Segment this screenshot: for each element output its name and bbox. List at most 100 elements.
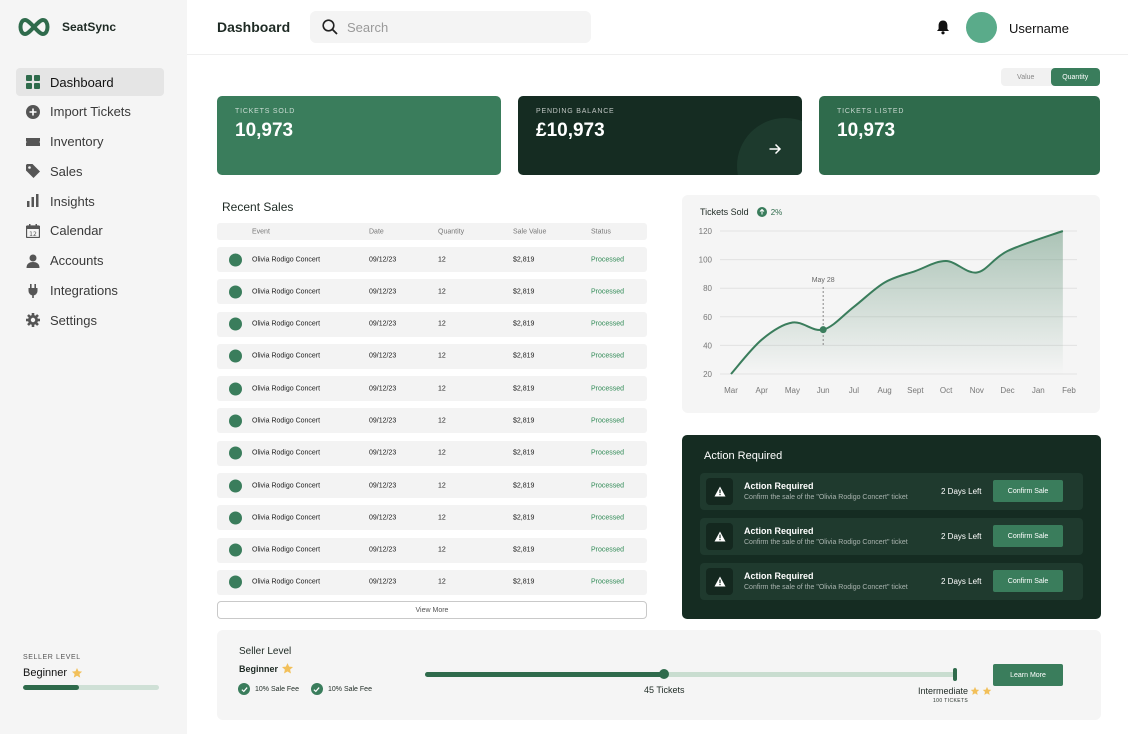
user-icon xyxy=(26,254,40,268)
table-row[interactable]: Olivia Rodigo Concert 09/12/23 12 $2,819 Pro… xyxy=(217,279,647,305)
username[interactable]: Username xyxy=(1009,21,1069,36)
view-more-button[interactable]: View More xyxy=(217,601,647,619)
app-logo[interactable]: SeatSync xyxy=(16,16,116,38)
table-row[interactable]: Olivia Rodigo Concert 09/12/23 12 $2,819 Pro… xyxy=(217,376,647,402)
sidebar-item-accounts[interactable]: Accounts xyxy=(16,247,164,275)
x-tick-label: Jul xyxy=(849,386,859,395)
sidebar-item-sales[interactable]: Sales xyxy=(16,157,164,185)
table-row[interactable]: Olivia Rodigo Concert 09/12/23 12 $2,819 Pro… xyxy=(217,473,647,499)
toggle-value[interactable]: Value xyxy=(1001,68,1051,86)
progress-knob xyxy=(658,669,669,679)
event-avatar xyxy=(229,414,242,428)
y-tick-label: 20 xyxy=(703,370,712,379)
plug-icon xyxy=(26,283,40,298)
seller-level-panel: Seller Level Beginner 10% Sale Fee 10% S… xyxy=(217,630,1101,720)
action-item-title: Action Required xyxy=(744,526,814,536)
y-tick-label: 80 xyxy=(703,284,712,293)
sidebar-item-calendar[interactable]: 12 Calendar xyxy=(16,217,164,245)
action-item-days-left: 2 Days Left xyxy=(941,487,982,496)
bell-icon[interactable] xyxy=(935,19,951,35)
cell-status: Processed xyxy=(591,514,625,522)
chart-change: 2% xyxy=(770,207,783,217)
cell-date: 09/12/23 xyxy=(369,578,397,586)
stat-value: 10,973 xyxy=(837,120,896,141)
seller-level-progress-fill xyxy=(23,685,79,690)
search-input[interactable] xyxy=(347,19,567,35)
x-tick-label: Dec xyxy=(1000,386,1014,395)
confirm-sale-button[interactable]: Confirm Sale xyxy=(993,570,1063,592)
event-avatar xyxy=(229,511,242,525)
check-icon xyxy=(238,683,250,695)
perk-item: 10% Sale Fee xyxy=(238,683,299,695)
table-row[interactable]: Olivia Rodigo Concert 09/12/23 12 $2,819 Pro… xyxy=(217,408,647,434)
cell-date: 09/12/23 xyxy=(369,385,397,393)
sidebar-item-import-tickets[interactable]: Import Tickets xyxy=(16,98,164,126)
table-row[interactable]: Olivia Rodigo Concert 09/12/23 12 $2,819 Pro… xyxy=(217,569,647,595)
sidebar-item-inventory[interactable]: Inventory xyxy=(16,128,164,156)
stat-caption: PENDING BALANCE xyxy=(536,108,615,115)
seller-level-progress-fill xyxy=(425,672,664,677)
cell-event: Olivia Rodigo Concert xyxy=(252,320,321,328)
next-level-name: Intermediate xyxy=(918,686,969,696)
cell-quantity: 12 xyxy=(438,385,446,393)
sidebar-item-integrations[interactable]: Integrations xyxy=(16,277,164,305)
tag-icon xyxy=(26,164,40,179)
action-item-days-left: 2 Days Left xyxy=(941,577,982,586)
event-avatar xyxy=(229,479,242,493)
x-tick-label: Oct xyxy=(940,386,953,395)
confirm-sale-button[interactable]: Confirm Sale xyxy=(993,525,1063,547)
warning-icon xyxy=(706,568,733,595)
y-tick-label: 100 xyxy=(699,256,713,265)
cell-event: Olivia Rodigo Concert xyxy=(252,449,321,457)
table-row[interactable]: Olivia Rodigo Concert 09/12/23 12 $2,819 Pro… xyxy=(217,343,647,369)
event-avatar xyxy=(229,253,242,266)
x-tick-label: May xyxy=(785,386,800,395)
toggle-quantity[interactable]: Quantity xyxy=(1050,68,1100,86)
sidebar-item-label: Sales xyxy=(50,163,83,179)
cell-event: Olivia Rodigo Concert xyxy=(252,578,321,586)
warning-icon xyxy=(706,523,733,550)
sidebar-item-settings[interactable]: Settings xyxy=(16,306,164,334)
learn-more-button[interactable]: Learn More xyxy=(993,664,1063,686)
cell-status: Processed xyxy=(591,320,625,328)
table-row[interactable]: Olivia Rodigo Concert 09/12/23 12 $2,819 Pro… xyxy=(217,247,647,272)
cell-event: Olivia Rodigo Concert xyxy=(252,546,321,554)
stat-card-tickets-sold: TICKETS SOLD 10,973 xyxy=(217,96,501,175)
confirm-sale-button[interactable]: Confirm Sale xyxy=(993,480,1063,502)
cell-status: Processed xyxy=(591,256,625,263)
event-avatar xyxy=(229,575,242,589)
cell-event: Olivia Rodigo Concert xyxy=(252,256,321,263)
table-row[interactable]: Olivia Rodigo Concert 09/12/23 12 $2,819 Pro… xyxy=(217,505,647,531)
cell-event: Olivia Rodigo Concert xyxy=(252,417,321,425)
cell-event: Olivia Rodigo Concert xyxy=(252,514,321,522)
recent-sales-header: Event Date Quantity Sale Value Status xyxy=(217,223,647,240)
ticket-icon xyxy=(26,135,40,149)
sidebar-item-dashboard[interactable]: Dashboard xyxy=(16,68,164,96)
seller-level-current: Beginner xyxy=(239,662,294,675)
cell-date: 09/12/23 xyxy=(369,546,397,554)
table-row[interactable]: Olivia Rodigo Concert 09/12/23 12 $2,819 Pro… xyxy=(217,311,647,337)
arrow-right-icon[interactable] xyxy=(768,142,782,156)
table-row[interactable]: Olivia Rodigo Concert 09/12/23 12 $2,819 Pro… xyxy=(217,537,647,563)
svg-text:12: 12 xyxy=(29,231,37,238)
seller-level-caption: SELLER LEVEL xyxy=(23,654,81,661)
search-bar[interactable] xyxy=(310,11,591,43)
sidebar-seller-level: SELLER LEVEL Beginner xyxy=(23,654,159,690)
tickets-sold-chart: 20 40 60 80 100 120 Mar Apr May Jun Jul Aug Sept Oct N… xyxy=(682,195,1100,413)
cell-quantity: 12 xyxy=(438,514,446,522)
cell-sale-value: $2,819 xyxy=(513,482,535,490)
x-tick-label: Jun xyxy=(817,386,830,395)
avatar[interactable] xyxy=(966,12,997,43)
table-row[interactable]: Olivia Rodigo Concert 09/12/23 12 $2,819 Pro… xyxy=(217,440,647,466)
seller-level-progress xyxy=(23,685,159,690)
calendar-icon: 12 xyxy=(26,223,40,238)
arrow-up-icon xyxy=(756,207,767,217)
sidebar-item-label: Inventory xyxy=(50,134,104,150)
cell-sale-value: $2,819 xyxy=(513,546,535,554)
action-item-description: Confirm the sale of the "Olivia Rodigo C… xyxy=(744,494,908,501)
sidebar-item-label: Insights xyxy=(50,193,95,209)
sidebar: SeatSync Dashboard Import Tickets Invent… xyxy=(0,0,187,734)
sidebar-item-insights[interactable]: Insights xyxy=(16,187,164,215)
stat-card-pending-balance: PENDING BALANCE £10,973 xyxy=(518,96,802,175)
cell-sale-value: $2,819 xyxy=(513,578,535,586)
